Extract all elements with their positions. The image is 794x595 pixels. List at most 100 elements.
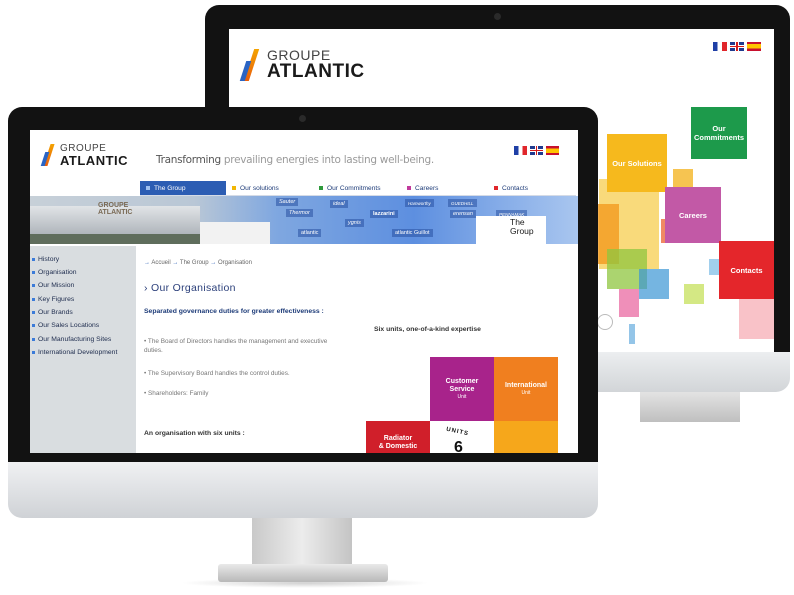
tagline-rest: prevailing energies into lasting well-be…: [220, 154, 434, 166]
sidebar-item-our-mission[interactable]: Our Mission: [32, 282, 74, 289]
sidebar-item-label: Our Brands: [38, 309, 73, 316]
units-center-badge: UNITS 6: [430, 421, 494, 453]
front-language-flags: [514, 146, 574, 156]
breadcrumb-organisation: Organisation: [217, 260, 252, 266]
section-subtitle: Separated governance duties for greater …: [144, 308, 324, 315]
banner-product: [200, 222, 270, 244]
uk-flag-icon[interactable]: [730, 42, 744, 51]
section-label-line2: Group: [510, 226, 534, 236]
bullet-dot-icon: •: [144, 390, 147, 397]
nav-label: Our solutions: [240, 184, 279, 192]
bullet-supervisory-board: • The Supervisory Board handles the cont…: [144, 369, 344, 378]
bullet-icon: [32, 284, 35, 287]
banner: GROUPE ATLANTIC Sauter ideal Thermor laz…: [30, 196, 578, 244]
building-sign: GROUPE ATLANTIC: [98, 202, 133, 216]
bullet-text: Shareholders: Family: [148, 390, 209, 397]
tile-careers[interactable]: Careers: [665, 187, 721, 243]
unit-international[interactable]: International Unit: [494, 357, 558, 421]
bullet-icon: [32, 298, 35, 301]
nav-contacts[interactable]: Contacts: [488, 181, 576, 195]
back-monitor-chin: [598, 352, 790, 392]
brand-chip: atlantic Guillot: [392, 229, 433, 237]
nav-marker-icon: [494, 186, 498, 190]
bullet-icon: [32, 351, 35, 354]
nav-careers[interactable]: Careers: [401, 181, 487, 195]
breadcrumb-arrow-icon: →: [144, 260, 150, 266]
brand-chip: Sauter: [276, 198, 299, 206]
six-units-intro: An organisation with six units :: [144, 430, 245, 437]
nav-label: Contacts: [502, 184, 529, 192]
back-logo[interactable]: GROUPE ATLANTIC: [239, 47, 373, 87]
nav-marker-icon: [232, 186, 236, 190]
page-title-text: Our Organisation: [151, 282, 236, 294]
sidebar-item-label: Our Mission: [38, 282, 75, 289]
nav-marker-icon: [146, 186, 150, 190]
nav-the-group[interactable]: The Group: [140, 181, 226, 195]
breadcrumb-arrow-icon: →: [172, 260, 179, 266]
page-title: › Our Organisation: [144, 282, 236, 294]
brand-chip: ygnis: [345, 219, 364, 227]
tagline: Transforming prevailing energies into la…: [156, 154, 434, 166]
sidebar-item-sales-locations[interactable]: Our Sales Locations: [32, 322, 99, 329]
bullet-icon: [32, 338, 35, 341]
brand-chip: lazzarini: [370, 210, 398, 218]
tile-our-commitments[interactable]: Our Commitments: [691, 107, 747, 159]
sidebar-item-label: Key Figures: [38, 296, 75, 303]
bullet-text: The Board of Directors handles the manag…: [144, 338, 328, 354]
front-logo[interactable]: GROUPE ATLANTIC: [40, 142, 132, 172]
breadcrumb-accueil[interactable]: Accueil: [151, 260, 170, 266]
sidebar-item-our-brands[interactable]: Our Brands: [32, 309, 73, 316]
bullet-icon: [32, 271, 35, 274]
front-monitor-foot: [218, 564, 388, 582]
brand-chip: GUEDHILL: [448, 199, 477, 207]
six-units-heading: Six units, one-of-a-kind expertise: [374, 326, 481, 333]
nav-marker-icon: [407, 186, 411, 190]
sidebar-item-key-figures[interactable]: Key Figures: [32, 296, 74, 303]
bullet-dot-icon: •: [144, 338, 147, 345]
bullet-icon: [32, 258, 35, 261]
back-monitor-camera: [494, 13, 501, 20]
nav-label: Our Commitments: [327, 184, 381, 192]
nav-label: The Group: [154, 184, 186, 192]
unit-sub: & Domestic: [378, 443, 418, 451]
building-ground: [30, 234, 210, 244]
front-monitor-screen: GROUPE ATLANTIC Transforming prevailing …: [30, 130, 578, 453]
brand-chip: Thermor: [286, 209, 313, 217]
sidebar-item-label: Our Manufacturing Sites: [38, 336, 112, 343]
back-monitor-stand: [640, 392, 740, 422]
sidebar-item-label: International Development: [38, 349, 118, 356]
bullet-icon: [32, 311, 35, 314]
uk-flag-icon[interactable]: [530, 146, 543, 155]
brand-chip: atlantic: [298, 229, 322, 237]
units-center-label: UNITS: [445, 426, 470, 438]
bullet-dot-icon: •: [144, 370, 147, 377]
sidebar-item-manufacturing-sites[interactable]: Our Manufacturing Sites: [32, 336, 111, 343]
unit-customer-service[interactable]: Customer Service Unit: [430, 357, 494, 421]
section-label-box: The Group: [476, 216, 546, 244]
brand-chip: erensan: [450, 210, 476, 218]
nav-our-commitments[interactable]: Our Commitments: [313, 181, 401, 195]
unit-name: Radiator: [383, 435, 413, 442]
nav-our-solutions[interactable]: Our solutions: [226, 181, 312, 195]
tile-our-solutions[interactable]: Our Solutions: [607, 134, 667, 192]
logo-text-atlantic: ATLANTIC: [60, 153, 129, 168]
unit-tile-yellow[interactable]: [494, 421, 558, 453]
es-flag-icon[interactable]: [747, 42, 761, 51]
sidebar-item-international-development[interactable]: International Development: [32, 349, 117, 356]
front-monitor-camera: [299, 115, 306, 122]
unit-sub: Unit: [457, 394, 467, 401]
sidebar-item-history[interactable]: History: [32, 256, 59, 263]
unit-radiator[interactable]: Radiator & Domestic: [366, 421, 430, 453]
breadcrumb: → Accueil → The Group → Organisation: [144, 260, 252, 266]
tile-contacts[interactable]: Contacts: [719, 241, 774, 299]
fr-flag-icon[interactable]: [514, 146, 527, 155]
brand-chip: Hamworthy: [405, 199, 434, 207]
breadcrumb-the-group[interactable]: The Group: [180, 260, 209, 266]
bullet-icon: [32, 324, 35, 327]
breadcrumb-arrow-icon: →: [210, 260, 217, 266]
es-flag-icon[interactable]: [546, 146, 559, 155]
nav-label: Careers: [415, 184, 439, 192]
bullet-text: The Supervisory Board handles the contro…: [147, 370, 290, 377]
sidebar-item-organisation[interactable]: Organisation: [32, 269, 77, 276]
fr-flag-icon[interactable]: [713, 42, 727, 51]
